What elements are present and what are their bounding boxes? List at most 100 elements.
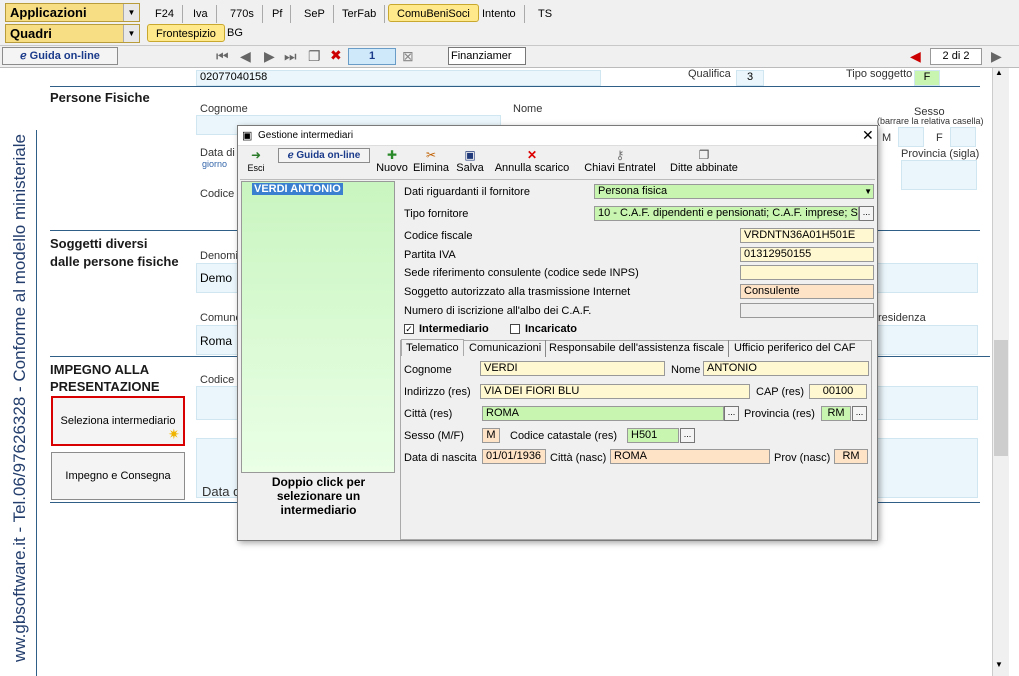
prov-nasc-input[interactable]: RM <box>834 449 868 464</box>
next-module-icon[interactable]: ▶ <box>991 48 1002 65</box>
intermediario-checkbox[interactable]: ✓ <box>404 324 414 334</box>
tab-terfab[interactable]: TerFab <box>334 5 386 23</box>
delete-page-icon[interactable]: ✖ <box>330 47 342 64</box>
provincia-res-browse-button[interactable]: ... <box>852 406 867 421</box>
citta-res-input[interactable]: ROMA <box>482 406 724 421</box>
partita-iva-input[interactable]: 01312950155 <box>740 247 874 262</box>
tab-ufficio-periferico[interactable]: Ufficio periferico del CAF <box>730 340 859 357</box>
vertical-scrollbar[interactable]: ▲ ▼ <box>992 68 1009 676</box>
sesso-f-box[interactable] <box>950 127 976 147</box>
sede-label: Sede riferimento consulente (codice sede… <box>404 267 639 279</box>
tab-telematico[interactable]: Telematico <box>401 339 464 356</box>
tab-ts[interactable]: TS <box>530 5 560 23</box>
provincia-res-input[interactable]: RM <box>821 406 851 421</box>
impegno-consegna-label: Impegno e Consegna <box>65 470 171 482</box>
sesso-f-label: F <box>936 132 943 144</box>
ditte-abbinate-button[interactable]: ❐ Ditte abbinate <box>666 148 742 178</box>
guida-online-button[interactable]: ℯ Guida on-line <box>2 47 118 65</box>
codice-catastale-input[interactable]: H501 <box>627 428 679 443</box>
tab-sep[interactable]: SeP <box>296 5 334 23</box>
data-nascita-input[interactable]: 01/01/1936 <box>482 449 546 464</box>
chevron-down-icon[interactable]: ▼ <box>123 25 139 42</box>
tab-iva[interactable]: Iva <box>185 5 217 23</box>
codice-fiscale-field[interactable]: 02077040158 <box>196 70 601 86</box>
copy-page-icon[interactable]: ❐ <box>308 48 321 65</box>
cap-input[interactable]: 00100 <box>809 384 867 399</box>
salva-button[interactable]: ▣ Salva <box>455 148 485 178</box>
cancel-icon: ✕ <box>526 148 538 162</box>
tab-pf[interactable]: Pf <box>264 5 292 23</box>
vertical-disclaimer: ww.gbsoftware.it - Tel.06/97626328 - Con… <box>10 134 29 662</box>
chevron-down-icon[interactable]: ▼ <box>864 185 872 198</box>
remove-page-icon[interactable]: ⊠ <box>402 48 414 65</box>
impegno-consegna-button[interactable]: Impegno e Consegna <box>51 452 185 500</box>
prev-page-icon[interactable]: ◀ <box>240 48 251 65</box>
scroll-thumb[interactable] <box>994 340 1008 456</box>
next-page-icon[interactable]: ▶ <box>264 48 275 65</box>
quadri-combo[interactable]: Quadri ▼ <box>5 24 140 43</box>
soggetti-diversi-heading-2: dalle persone fisiche <box>50 254 179 269</box>
guida-online-dialog-button[interactable]: ℯ Guida on-line <box>278 148 370 163</box>
tele-nome-input[interactable]: ANTONIO <box>703 361 869 376</box>
help-icon: ℯ <box>20 50 30 62</box>
tipo-fornitore-field[interactable]: 10 - C.A.F. dipendenti e pensionati; C.A… <box>594 206 859 221</box>
soggetto-autorizzato-input[interactable]: Consulente <box>740 284 874 299</box>
esci-button[interactable]: ➜ Esci <box>244 148 268 178</box>
dati-fornitore-select[interactable]: Persona fisica ▼ <box>594 184 874 199</box>
finanziamenti-select[interactable]: Finanziamer <box>448 47 526 65</box>
tab-f24[interactable]: F24 <box>147 5 183 23</box>
nuovo-button[interactable]: ✚ Nuovo <box>376 148 408 178</box>
chevron-down-icon[interactable]: ▼ <box>123 4 139 21</box>
tab-comunicazioni[interactable]: Comunicazioni <box>465 340 547 357</box>
citta-res-browse-button[interactable]: ... <box>724 406 739 421</box>
tab-770s[interactable]: 770s <box>222 5 263 23</box>
chiavi-entratel-button[interactable]: ⚷ Chiavi Entratel <box>582 148 658 178</box>
list-item[interactable]: VERDI ANTONIO <box>252 183 343 195</box>
citta-res-label: Città (res) <box>404 408 453 420</box>
elimina-button[interactable]: ✂ Elimina <box>412 148 450 178</box>
vertical-text-container: ww.gbsoftware.it - Tel.06/97626328 - Con… <box>2 128 38 668</box>
seleziona-label: Seleziona intermediario <box>60 415 176 427</box>
tipo-fornitore-browse-button[interactable]: ... <box>859 206 874 221</box>
ditte-label: Ditte abbinate <box>670 162 738 174</box>
annulla-scarico-button[interactable]: ✕ Annulla scarico <box>494 148 570 178</box>
tele-cognome-input[interactable]: VERDI <box>480 361 665 376</box>
provincia-field[interactable] <box>901 160 977 190</box>
sesso-mf-input[interactable]: M <box>482 428 500 443</box>
sede-input[interactable] <box>740 265 874 280</box>
scroll-down-icon[interactable]: ▼ <box>995 660 1003 669</box>
first-page-icon[interactable]: ⏮ <box>216 48 231 65</box>
qualifica-label: Qualifica <box>688 68 731 80</box>
tab-intento[interactable]: Intento <box>474 5 525 23</box>
close-icon[interactable]: ✕ <box>862 127 874 144</box>
applicazioni-combo[interactable]: Applicazioni ▼ <box>5 3 140 22</box>
numero-iscrizione-label: Numero di iscrizione all'albo dei C.A.F. <box>404 305 592 317</box>
seleziona-intermediario-button[interactable]: Seleziona intermediario <box>51 396 185 446</box>
codice-fiscale-value: 02077040158 <box>200 71 268 83</box>
codice-fiscale-input[interactable]: VRDNTN36A01H501E <box>740 228 874 243</box>
save-icon: ▣ <box>464 148 476 162</box>
subtab-bg[interactable]: BG <box>219 24 251 42</box>
subtab-frontespizio[interactable]: Frontespizio <box>147 24 225 42</box>
codice-catastale-browse-button[interactable]: ... <box>680 428 695 443</box>
chiavi-label: Chiavi Entratel <box>584 162 656 174</box>
last-page-icon[interactable]: ⏭ <box>284 48 297 65</box>
numero-iscrizione-input[interactable] <box>740 303 874 318</box>
sesso-m-box[interactable] <box>898 127 924 147</box>
impegno-heading-1: IMPEGNO ALLA <box>50 362 150 377</box>
indirizzo-input[interactable]: VIA DEI FIORI BLU <box>480 384 750 399</box>
qualifica-field[interactable]: 3 <box>736 70 764 86</box>
provincia-sigla-label: Provincia (sigla) <box>901 148 980 160</box>
tipo-soggetto-label: Tipo soggetto <box>846 68 913 80</box>
codice-fiscale-label: Codice fiscale <box>404 230 473 242</box>
prev-module-icon[interactable]: ◀ <box>910 48 921 65</box>
tab-responsabile[interactable]: Responsabile dell'assistenza fiscale <box>545 340 730 357</box>
tipo-soggetto-field[interactable]: F <box>914 70 940 86</box>
scroll-up-icon[interactable]: ▲ <box>995 68 1003 77</box>
citta-nasc-input[interactable]: ROMA <box>610 449 770 464</box>
page-number-field[interactable]: 1 <box>348 48 396 65</box>
incaricato-checkbox[interactable] <box>510 324 520 334</box>
intermediari-list[interactable]: VERDI ANTONIO <box>241 181 395 473</box>
pointer-icon: ✷ <box>168 426 180 442</box>
tab-comubenisoci[interactable]: ComuBeniSoci <box>388 4 479 22</box>
